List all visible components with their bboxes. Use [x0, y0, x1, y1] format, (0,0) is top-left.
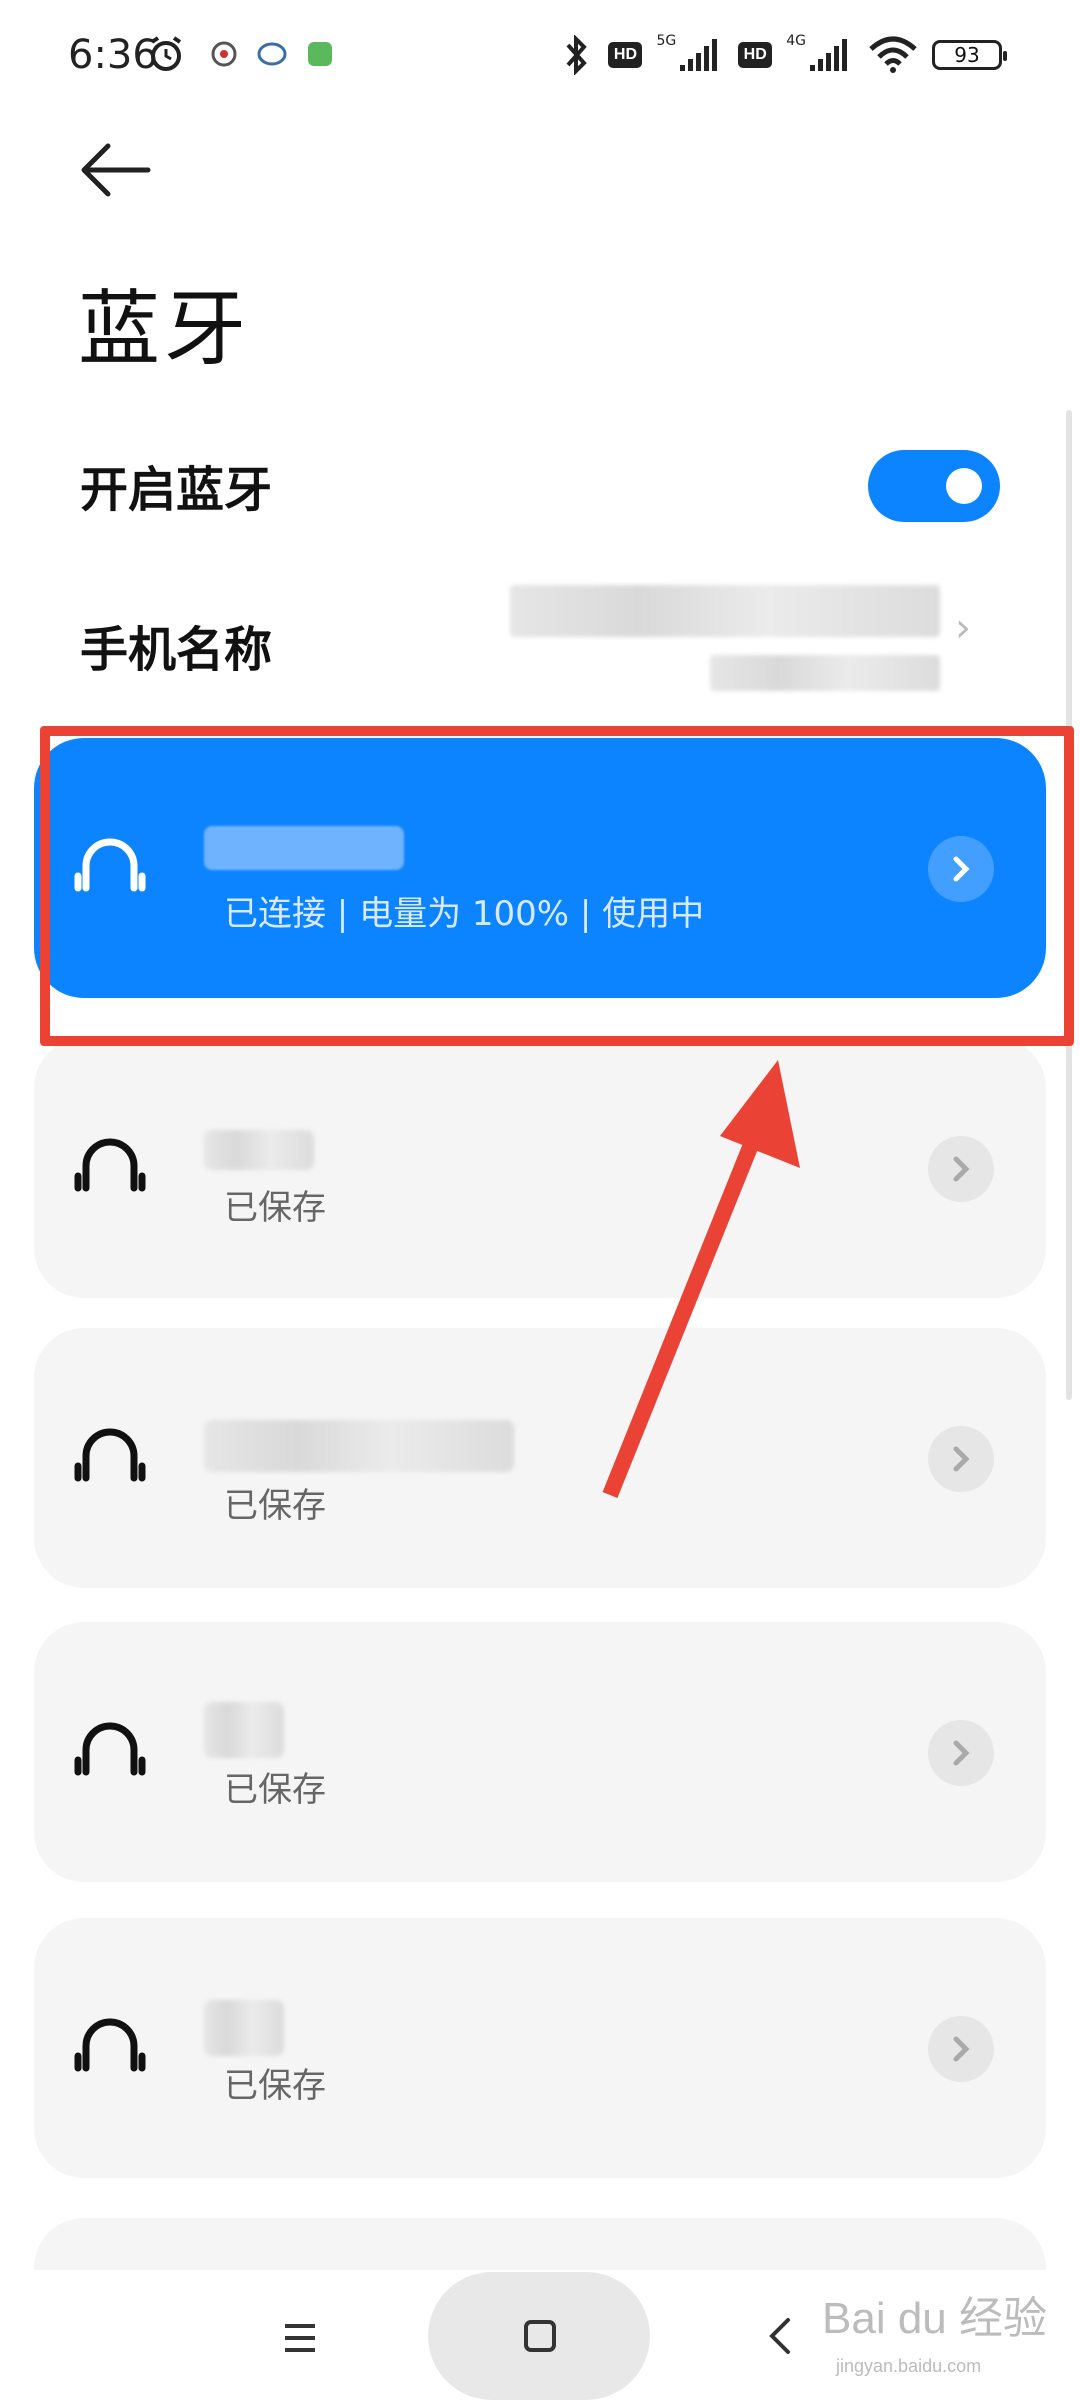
device-name-redacted [204, 2000, 284, 2056]
chat-notification-icon [257, 42, 287, 66]
headphones-icon [74, 1428, 146, 1482]
watermark: Bai du 经验 [822, 2294, 1047, 2343]
signal-icon [680, 39, 718, 71]
device-status: 已保存 [224, 1188, 326, 1228]
device-details-button[interactable] [928, 2016, 994, 2082]
headphones-icon [74, 1722, 146, 1776]
phone-name-value-redacted [510, 585, 940, 637]
bluetooth-toggle-label: 开启蓝牙 [80, 462, 273, 518]
wifi-icon [869, 36, 917, 73]
signal-icon [810, 39, 847, 71]
device-status: 已保存 [224, 1770, 326, 1810]
chevron-right-icon [953, 1446, 970, 1472]
alarm-icon [150, 36, 182, 71]
device-name-redacted [204, 1702, 284, 1758]
recents-menu-icon[interactable] [282, 2320, 318, 2356]
chevron-right-icon [953, 1156, 970, 1182]
device-card[interactable]: 已保存 [34, 1918, 1046, 2178]
status-time: 6:36 [68, 32, 158, 78]
chevron-right-icon [953, 1740, 970, 1766]
device-card[interactable]: 已保存 [34, 1038, 1046, 1298]
bluetooth-toggle-switch[interactable] [868, 450, 1000, 522]
toggle-knob [946, 468, 982, 504]
hd-badge: HD [738, 42, 773, 68]
phone-name-value-redacted [710, 655, 940, 691]
headphones-icon [74, 2018, 146, 2072]
device-card[interactable]: 已保存 [34, 1328, 1046, 1588]
chevron-right-icon: › [955, 605, 971, 651]
app-notification-icon [211, 41, 237, 67]
phone-name-label: 手机名称 [80, 622, 273, 678]
page-title: 蓝牙 [78, 282, 251, 377]
status-icons-right: HD 5G HD 4G 93 [560, 30, 1007, 80]
watermark-url: jingyan.baidu.com [836, 2356, 982, 2376]
phone-name-row[interactable]: 手机名称 › [0, 575, 1080, 710]
hd-badge: HD [608, 42, 643, 68]
device-details-button[interactable] [928, 1426, 994, 1492]
device-name-redacted [204, 1130, 314, 1170]
device-card[interactable]: 已保存 [34, 1622, 1046, 1882]
status-bar: 6:36 HD 5G HD 4G 93 [0, 0, 1080, 110]
app-green-icon [308, 42, 332, 66]
network-type-label: 4G [786, 33, 806, 49]
back-nav-icon[interactable] [764, 2316, 796, 2356]
chevron-right-icon [953, 2036, 970, 2062]
annotation-highlight-box [40, 726, 1074, 1046]
battery-indicator: 93 [932, 40, 1007, 70]
bluetooth-status-icon [566, 35, 588, 75]
home-square-icon [524, 2320, 556, 2352]
annotation-arrow [602, 1060, 800, 1498]
headphones-icon [74, 1138, 146, 1192]
network-type-label: 5G [656, 33, 677, 49]
device-name-redacted [204, 1420, 514, 1472]
device-status: 已保存 [224, 2066, 326, 2106]
device-details-button[interactable] [928, 1720, 994, 1786]
device-details-button[interactable] [928, 1136, 994, 1202]
back-arrow-icon[interactable] [80, 140, 152, 200]
device-status: 已保存 [224, 1486, 326, 1526]
